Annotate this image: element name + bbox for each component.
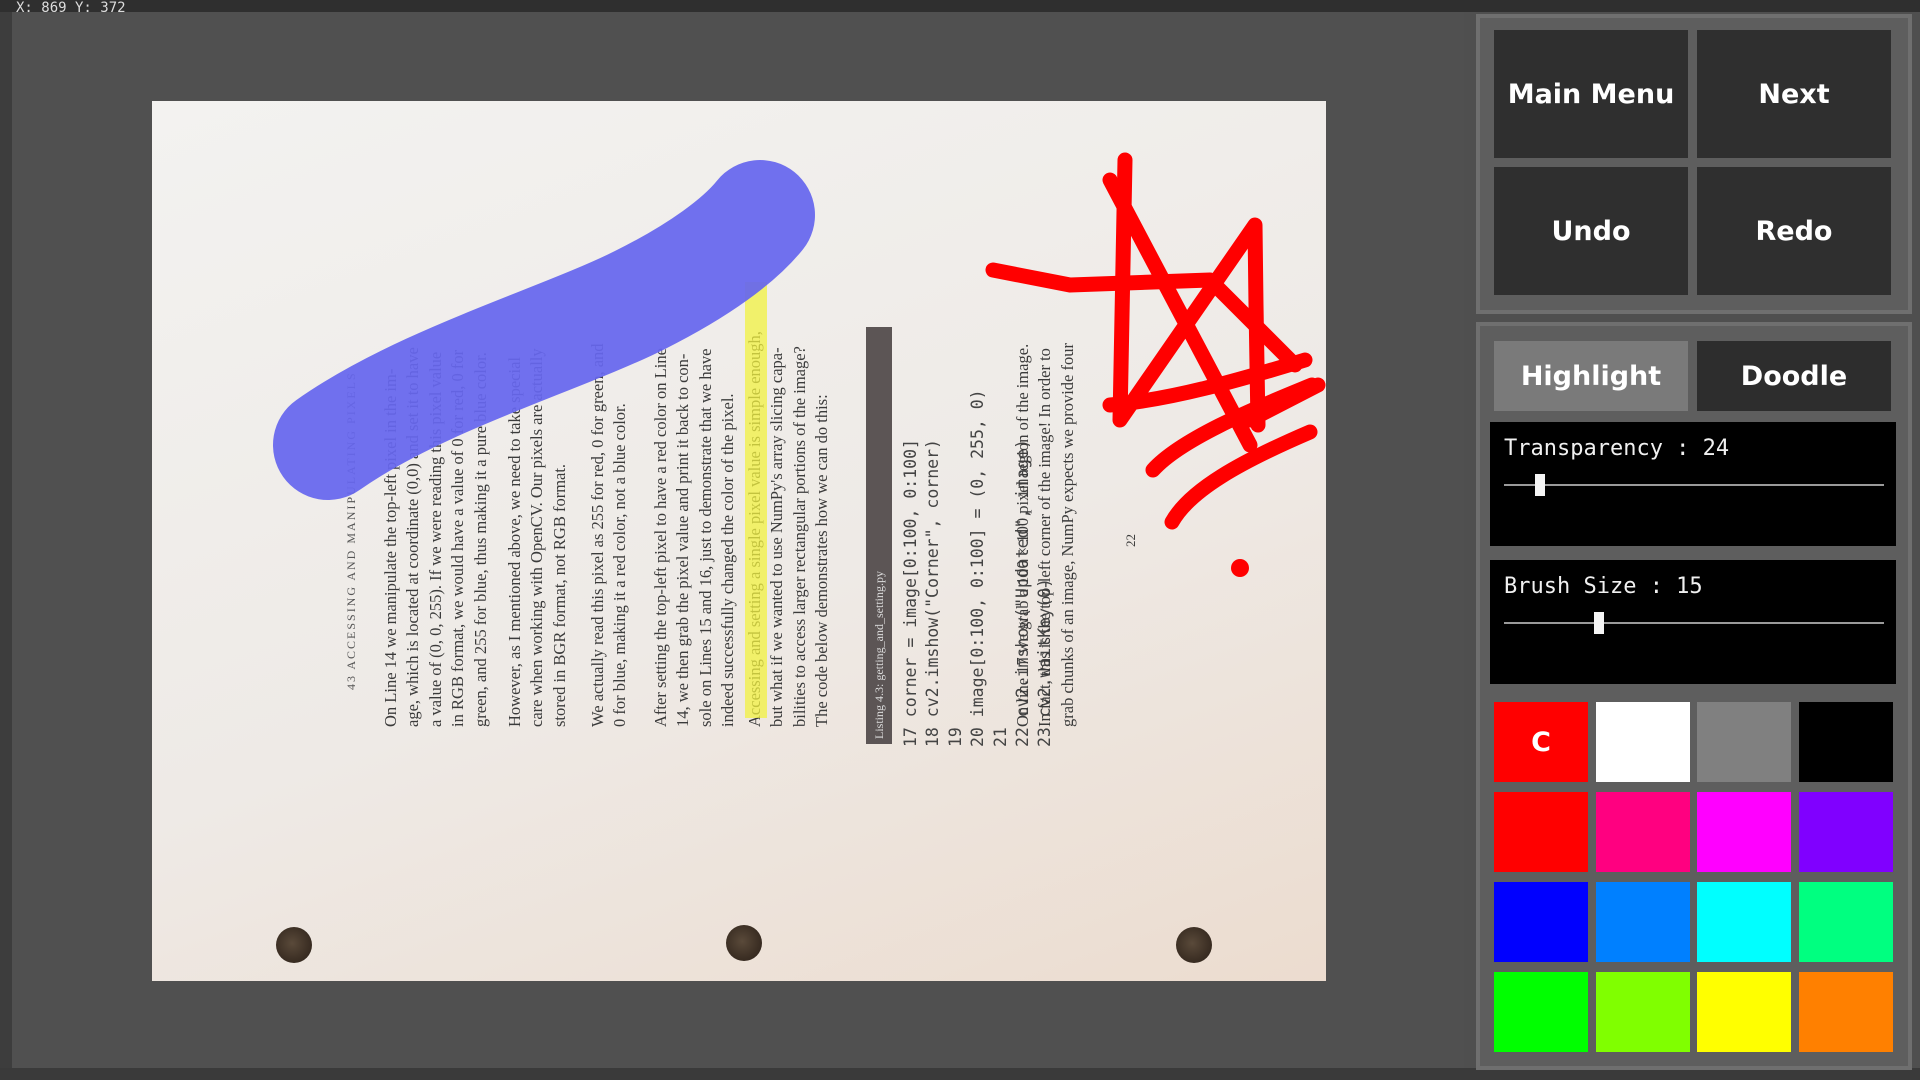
cyan-swatch[interactable] [1697, 882, 1791, 962]
doodle-tab[interactable]: Doodle [1697, 341, 1891, 411]
yellow-swatch[interactable] [1697, 972, 1791, 1052]
orange-swatch[interactable] [1798, 972, 1893, 1052]
paragraph-5: Accessing and setting a single pixel val… [745, 331, 832, 727]
violet-swatch[interactable] [1798, 792, 1893, 872]
chartreuse-swatch[interactable] [1595, 972, 1690, 1052]
spring-green-swatch[interactable] [1798, 882, 1893, 962]
next-button[interactable]: Next [1697, 30, 1891, 158]
azure-swatch[interactable] [1595, 882, 1690, 962]
clear-label: C [1531, 726, 1551, 758]
running-head: 43 ACCESSING AND MANIPULATING PIXELS [344, 371, 358, 690]
top-status-bar: X: 869 Y: 372 [0, 0, 1920, 16]
main-menu-button[interactable]: Main Menu [1494, 30, 1688, 158]
white-swatch[interactable] [1595, 702, 1690, 782]
black-swatch[interactable] [1798, 702, 1893, 782]
paragraph-1: On Line 14 we manipulate the top-left pi… [381, 347, 490, 727]
redo-button[interactable]: Redo [1697, 167, 1891, 295]
rose-swatch[interactable] [1595, 792, 1690, 872]
paragraph-6: On line 17 we grab a 100 × 100 pixel reg… [1013, 343, 1077, 727]
highlight-tab[interactable]: Highlight [1494, 341, 1688, 411]
listing-title: Listing 4.3: getting_and_setting.py [872, 571, 886, 739]
brush-size-slider-thumb[interactable] [1594, 612, 1604, 634]
clear-color-swatch[interactable]: C [1494, 702, 1588, 782]
brush-size-slider-panel: Brush Size : 15 [1490, 560, 1896, 684]
undo-button[interactable]: Undo [1494, 167, 1688, 295]
transparency-label: Transparency : 24 [1504, 436, 1730, 461]
left-border [0, 12, 12, 1080]
blue-swatch[interactable] [1494, 882, 1588, 962]
paragraph-2: However, as I mentioned above, we need t… [505, 348, 569, 727]
transparency-slider-panel: Transparency : 24 [1490, 422, 1896, 546]
green-swatch[interactable] [1494, 972, 1588, 1052]
transparency-slider-thumb[interactable] [1534, 474, 1545, 496]
transparency-track[interactable] [1504, 484, 1884, 486]
page-number: 22 [1123, 534, 1138, 547]
paragraph-3: We actually read this pixel as 255 for r… [588, 343, 630, 727]
paragraph-4: After setting the top-left pixel to have… [651, 348, 738, 727]
rotated-page-text: 43 ACCESSING AND MANIPULATING PIXELS On … [152, 101, 1326, 981]
brush-size-track[interactable] [1504, 622, 1884, 624]
red-swatch[interactable] [1494, 792, 1588, 872]
brush-size-label: Brush Size : 15 [1504, 574, 1703, 599]
magenta-swatch[interactable] [1697, 792, 1791, 872]
gray-swatch[interactable] [1697, 702, 1791, 782]
